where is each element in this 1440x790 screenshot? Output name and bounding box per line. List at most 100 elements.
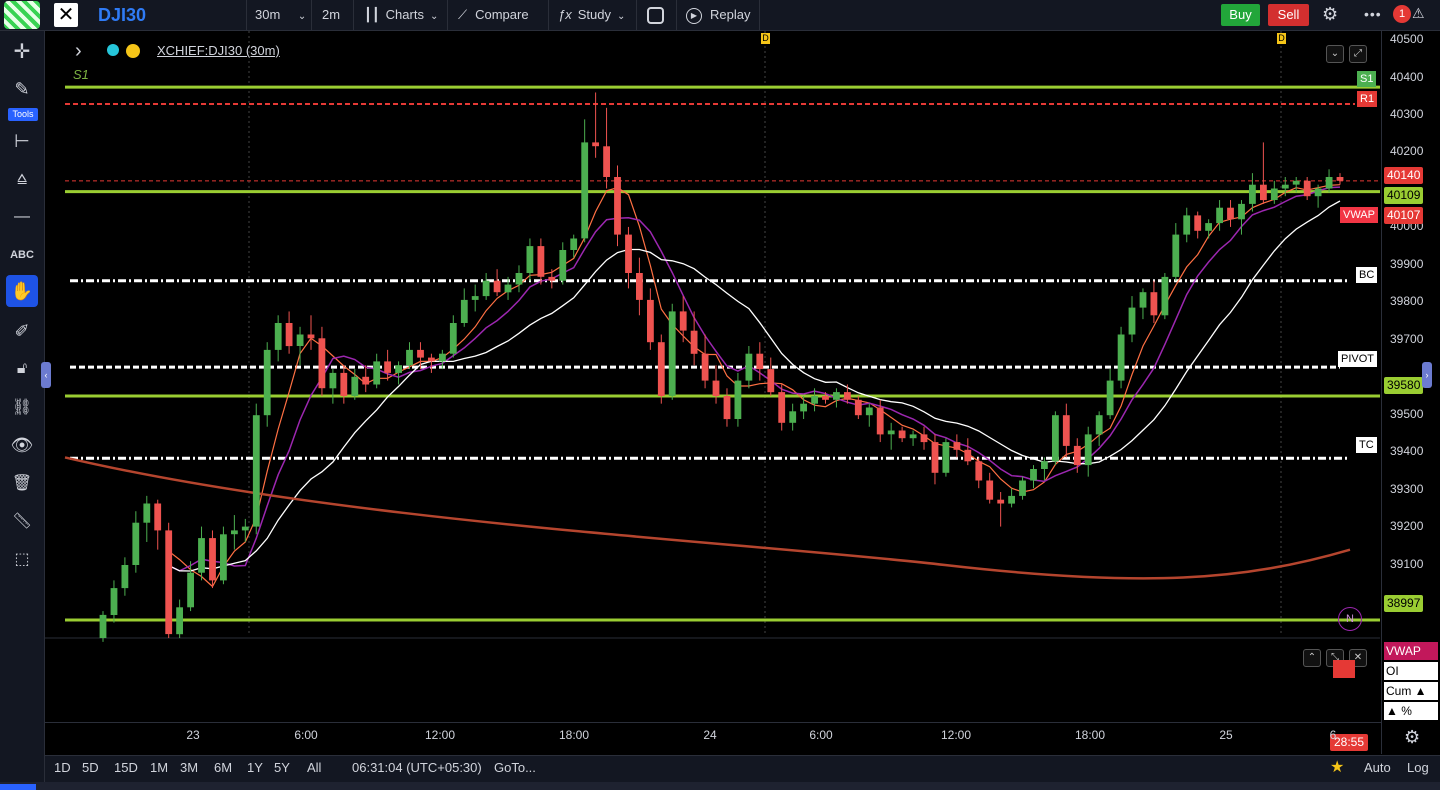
candle-body	[176, 607, 183, 635]
chevron-down-icon[interactable]: ⌄	[1326, 45, 1344, 63]
candle-body	[1260, 184, 1267, 201]
hand-icon[interactable]: ✋	[6, 275, 38, 307]
range-1m[interactable]: 1M	[150, 756, 168, 782]
camera-icon[interactable]	[647, 0, 664, 30]
goto-button[interactable]: GoTo...	[494, 756, 536, 782]
candle-body	[1161, 276, 1169, 316]
cursor-select-icon[interactable]: ⬚	[6, 543, 38, 575]
candle-body	[876, 407, 884, 435]
brush-icon[interactable]: ✐	[6, 315, 38, 347]
more-icon[interactable]: •••	[1364, 6, 1382, 22]
bottom-progress-accent	[0, 784, 36, 790]
candle-body	[187, 572, 194, 608]
candle-body	[712, 380, 720, 396]
legend-dot-cyan	[107, 44, 119, 56]
cum-label: Cum ▲	[1384, 682, 1438, 700]
link-icon[interactable]: ⛓︎	[6, 391, 38, 423]
collapse-right-handle[interactable]: ›	[1422, 362, 1432, 388]
candle-body	[329, 372, 337, 389]
candle-body	[417, 349, 424, 358]
buy-button[interactable]: Buy	[1221, 4, 1260, 26]
horizontal-line-icon[interactable]: —	[6, 201, 38, 233]
star-icon[interactable]: ★	[1330, 756, 1344, 782]
price-axis[interactable]: 40500 40400 40300 40200 40000 39900 3980…	[1330, 31, 1440, 754]
range-all[interactable]: All	[307, 756, 321, 782]
price-tick: 39300	[1390, 482, 1424, 496]
dividend-marker[interactable]: D	[761, 33, 770, 44]
drawing-toolbar: ✛ ✎ Tools ⊢ ⩠ — ABC ✋ ✐ 🔓︎ ⛓︎ 👁︎ 🗑︎ 📏︎ ⬚	[0, 31, 45, 790]
candle-body	[198, 538, 205, 573]
range-5y[interactable]: 5Y	[274, 756, 290, 782]
interval2-button[interactable]: 2m	[322, 0, 340, 30]
dividend-marker[interactable]: D	[1277, 33, 1286, 44]
fork-icon[interactable]: ⊢	[6, 125, 38, 157]
candles-icon: ┃┃	[364, 7, 380, 22]
price-badge-38997: 38997	[1384, 595, 1424, 612]
time-tick: 6:00	[294, 728, 318, 742]
candle-body	[548, 276, 556, 281]
candle-body	[1019, 480, 1026, 496]
legend-dot-yellow	[126, 44, 140, 58]
candle-body	[1227, 207, 1234, 220]
candle-body	[1139, 292, 1147, 308]
warning-icon[interactable]: ⚠	[1412, 5, 1425, 22]
time-tick: 18:00	[1074, 728, 1106, 742]
range-3m[interactable]: 3M	[180, 756, 198, 782]
log-scale-button[interactable]: Log	[1407, 756, 1429, 782]
interval-select[interactable]: 30m ⌄	[255, 0, 306, 30]
candle-body	[1073, 445, 1081, 466]
clock[interactable]: 06:31:04 (UTC+05:30)	[352, 756, 482, 782]
price-tick: 39900	[1390, 257, 1424, 271]
chevron-down-icon: ⌄	[616, 11, 626, 22]
replay-button[interactable]: ▶ Replay	[686, 0, 750, 30]
sell-button[interactable]: Sell	[1268, 4, 1309, 26]
candle-body	[406, 349, 413, 366]
ruler-icon[interactable]: 📏︎	[6, 505, 38, 537]
x-logo-icon[interactable]: ✕	[54, 3, 78, 27]
range-1d[interactable]: 1D	[54, 756, 71, 782]
price-badge-40107: 40107	[1384, 207, 1424, 224]
s1-label: S1	[1357, 71, 1377, 87]
news-badge[interactable]: N	[1338, 607, 1362, 631]
candle-body	[252, 415, 260, 527]
legend-expand-icon[interactable]: ›	[75, 40, 82, 63]
range-15d[interactable]: 15D	[114, 756, 138, 782]
candle-body	[241, 526, 249, 531]
candle-body	[296, 334, 304, 346]
time-tick: 6:00	[809, 728, 833, 742]
pane-up-icon[interactable]: ⌃	[1303, 649, 1321, 667]
candle-body	[690, 330, 698, 354]
legend-title[interactable]: XCHIEF:DJI30 (30m)	[157, 43, 280, 58]
range-5d[interactable]: 5D	[82, 756, 99, 782]
eye-icon[interactable]: 👁︎	[6, 429, 38, 461]
price-chart[interactable]	[45, 31, 1380, 722]
compare-button[interactable]: ⟋ Compare	[458, 0, 529, 30]
charts-menu[interactable]: ┃┃ Charts ⌄	[364, 0, 438, 30]
expand-icon[interactable]: ⤢	[1349, 45, 1367, 63]
study-menu[interactable]: ƒx Study ⌄	[558, 0, 625, 30]
candle-body	[121, 565, 129, 589]
candle-body	[603, 146, 610, 177]
pencil-icon[interactable]: ✎	[6, 73, 38, 105]
crosshair-icon[interactable]: ✛	[6, 35, 38, 67]
candle-body	[559, 250, 567, 281]
symbol-name[interactable]: DJI30	[98, 0, 146, 30]
trash-icon[interactable]: 🗑︎	[6, 467, 38, 499]
gear-icon[interactable]: ⚙	[1322, 5, 1340, 23]
range-1y[interactable]: 1Y	[247, 756, 263, 782]
text-tool-icon[interactable]: ABC	[6, 239, 38, 271]
app-logo-icon[interactable]	[4, 1, 40, 29]
settings-circle-icon[interactable]: ⚙	[1404, 727, 1420, 748]
time-axis[interactable]: 23 6:00 12:00 18:00 24 6:00 12:00 18:00 …	[45, 722, 1381, 755]
candle-body	[745, 353, 753, 381]
candle-body	[515, 273, 523, 285]
candle-body	[625, 234, 632, 273]
candle-body	[482, 280, 490, 297]
candle-body	[395, 365, 402, 373]
fx-icon: ƒx	[558, 7, 572, 22]
lock-icon[interactable]: 🔓︎	[6, 353, 38, 385]
auto-scale-button[interactable]: Auto	[1364, 756, 1391, 782]
pattern-icon[interactable]: ⩠	[6, 163, 38, 195]
range-6m[interactable]: 6M	[214, 756, 232, 782]
notification-badge[interactable]: 1	[1393, 5, 1411, 23]
